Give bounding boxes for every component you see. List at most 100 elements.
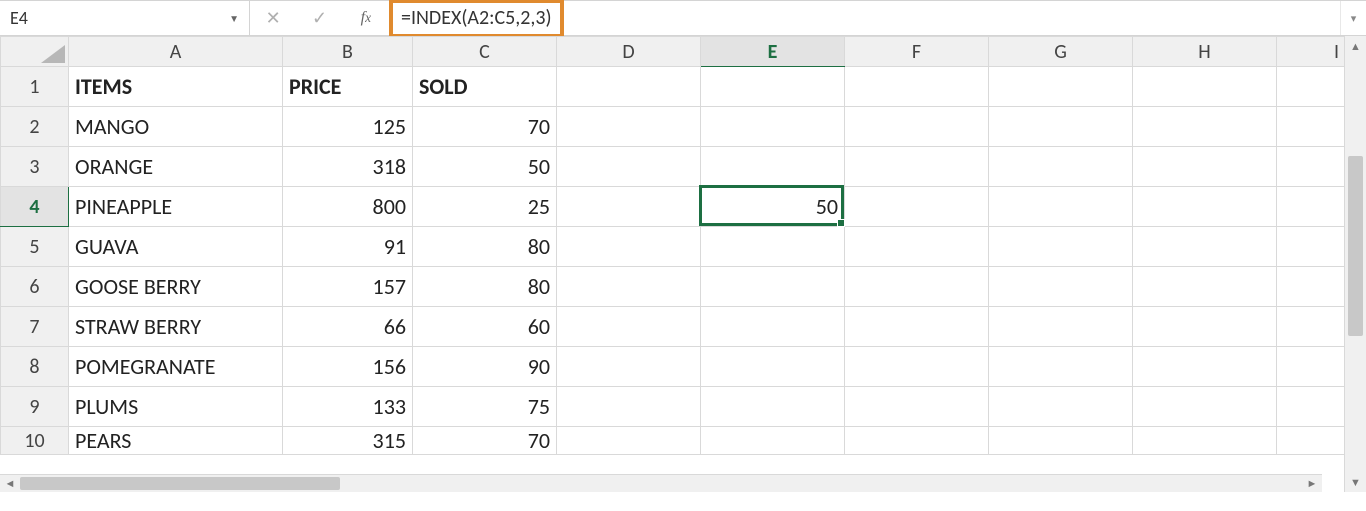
row-header-8[interactable]: 8	[1, 347, 69, 387]
cell-F5[interactable]	[845, 227, 989, 267]
expand-formula-bar-icon[interactable]: ▾	[1340, 1, 1366, 35]
cell-B3[interactable]: 318	[283, 147, 413, 187]
row-header-5[interactable]: 5	[1, 227, 69, 267]
cell-G10[interactable]	[989, 427, 1133, 455]
cell-A10[interactable]: PEARS	[69, 427, 283, 455]
horizontal-scrollbar[interactable]: ◄ ►	[0, 474, 1322, 492]
cell-D6[interactable]	[557, 267, 701, 307]
cell-G5[interactable]	[989, 227, 1133, 267]
formula-input[interactable]: =INDEX(A2:C5,2,3)	[389, 0, 564, 38]
cell-C3[interactable]: 50	[413, 147, 557, 187]
cell-G4[interactable]	[989, 187, 1133, 227]
enter-icon[interactable]: ✓	[305, 4, 333, 32]
cell-A8[interactable]: POMEGRANATE	[69, 347, 283, 387]
cell-I4[interactable]	[1277, 187, 1345, 227]
cell-F10[interactable]	[845, 427, 989, 455]
cell-H7[interactable]	[1133, 307, 1277, 347]
column-header-B[interactable]: B	[283, 37, 413, 67]
hscroll-track[interactable]	[20, 475, 1302, 492]
cell-C4[interactable]: 25	[413, 187, 557, 227]
cell-A7[interactable]: STRAW BERRY	[69, 307, 283, 347]
cell-A4[interactable]: PINEAPPLE	[69, 187, 283, 227]
cell-D10[interactable]	[557, 427, 701, 455]
cell-G2[interactable]	[989, 107, 1133, 147]
cell-E7[interactable]	[701, 307, 845, 347]
scroll-right-icon[interactable]: ►	[1302, 475, 1322, 492]
cell-D1[interactable]	[557, 67, 701, 107]
cancel-icon[interactable]: ✕	[259, 4, 287, 32]
cell-H2[interactable]	[1133, 107, 1277, 147]
row-header-4[interactable]: 4	[1, 187, 69, 227]
cell-I10[interactable]	[1277, 427, 1345, 455]
cell-E6[interactable]	[701, 267, 845, 307]
cell-C2[interactable]: 70	[413, 107, 557, 147]
cell-D8[interactable]	[557, 347, 701, 387]
cell-E1[interactable]	[701, 67, 845, 107]
cell-F9[interactable]	[845, 387, 989, 427]
cell-G6[interactable]	[989, 267, 1133, 307]
column-header-F[interactable]: F	[845, 37, 989, 67]
cell-C8[interactable]: 90	[413, 347, 557, 387]
row-header-10[interactable]: 10	[1, 427, 69, 455]
cell-D3[interactable]	[557, 147, 701, 187]
cell-E9[interactable]	[701, 387, 845, 427]
vscroll-thumb[interactable]	[1348, 156, 1363, 336]
cell-A9[interactable]: PLUMS	[69, 387, 283, 427]
cell-G9[interactable]	[989, 387, 1133, 427]
cell-D9[interactable]	[557, 387, 701, 427]
column-header-I[interactable]: I	[1277, 37, 1345, 67]
cell-A3[interactable]: ORANGE	[69, 147, 283, 187]
cell-I6[interactable]	[1277, 267, 1345, 307]
scroll-down-icon[interactable]: ▼	[1345, 472, 1366, 492]
hscroll-thumb[interactable]	[20, 477, 340, 490]
column-header-E[interactable]: E	[701, 37, 845, 67]
cell-D4[interactable]	[557, 187, 701, 227]
cell-F4[interactable]	[845, 187, 989, 227]
cell-C6[interactable]: 80	[413, 267, 557, 307]
row-header-3[interactable]: 3	[1, 147, 69, 187]
scroll-left-icon[interactable]: ◄	[0, 475, 20, 492]
cell-H1[interactable]	[1133, 67, 1277, 107]
cell-C10[interactable]: 70	[413, 427, 557, 455]
cell-A1[interactable]: ITEMS	[69, 67, 283, 107]
cell-F1[interactable]	[845, 67, 989, 107]
cell-G7[interactable]	[989, 307, 1133, 347]
cell-I9[interactable]	[1277, 387, 1345, 427]
cell-H3[interactable]	[1133, 147, 1277, 187]
cell-I7[interactable]	[1277, 307, 1345, 347]
cell-E10[interactable]	[701, 427, 845, 455]
row-header-2[interactable]: 2	[1, 107, 69, 147]
cell-C1[interactable]: SOLD	[413, 67, 557, 107]
name-box[interactable]: E4 ▼	[0, 1, 250, 35]
cell-E2[interactable]	[701, 107, 845, 147]
cell-H4[interactable]	[1133, 187, 1277, 227]
chevron-down-icon[interactable]: ▼	[229, 12, 239, 25]
cell-C5[interactable]: 80	[413, 227, 557, 267]
cell-B1[interactable]: PRICE	[283, 67, 413, 107]
cell-E3[interactable]	[701, 147, 845, 187]
cell-E5[interactable]	[701, 227, 845, 267]
cell-A6[interactable]: GOOSE BERRY	[69, 267, 283, 307]
column-header-H[interactable]: H	[1133, 37, 1277, 67]
vertical-scrollbar[interactable]: ▲ ▼	[1344, 36, 1366, 492]
cell-H10[interactable]	[1133, 427, 1277, 455]
cell-B8[interactable]: 156	[283, 347, 413, 387]
select-all-corner[interactable]	[1, 37, 69, 67]
cell-H6[interactable]	[1133, 267, 1277, 307]
row-header-1[interactable]: 1	[1, 67, 69, 107]
cell-F6[interactable]	[845, 267, 989, 307]
spreadsheet-grid[interactable]: ABCDEFGHI 1ITEMSPRICESOLD2MANGO125703ORA…	[0, 36, 1344, 492]
cell-I2[interactable]	[1277, 107, 1345, 147]
column-header-C[interactable]: C	[413, 37, 557, 67]
cell-I1[interactable]	[1277, 67, 1345, 107]
cell-C9[interactable]: 75	[413, 387, 557, 427]
cell-G1[interactable]	[989, 67, 1133, 107]
cell-E4[interactable]: 50	[701, 187, 845, 227]
cell-F2[interactable]	[845, 107, 989, 147]
cell-H8[interactable]	[1133, 347, 1277, 387]
row-header-7[interactable]: 7	[1, 307, 69, 347]
cell-G3[interactable]	[989, 147, 1133, 187]
cell-F8[interactable]	[845, 347, 989, 387]
cell-I8[interactable]	[1277, 347, 1345, 387]
cell-F7[interactable]	[845, 307, 989, 347]
